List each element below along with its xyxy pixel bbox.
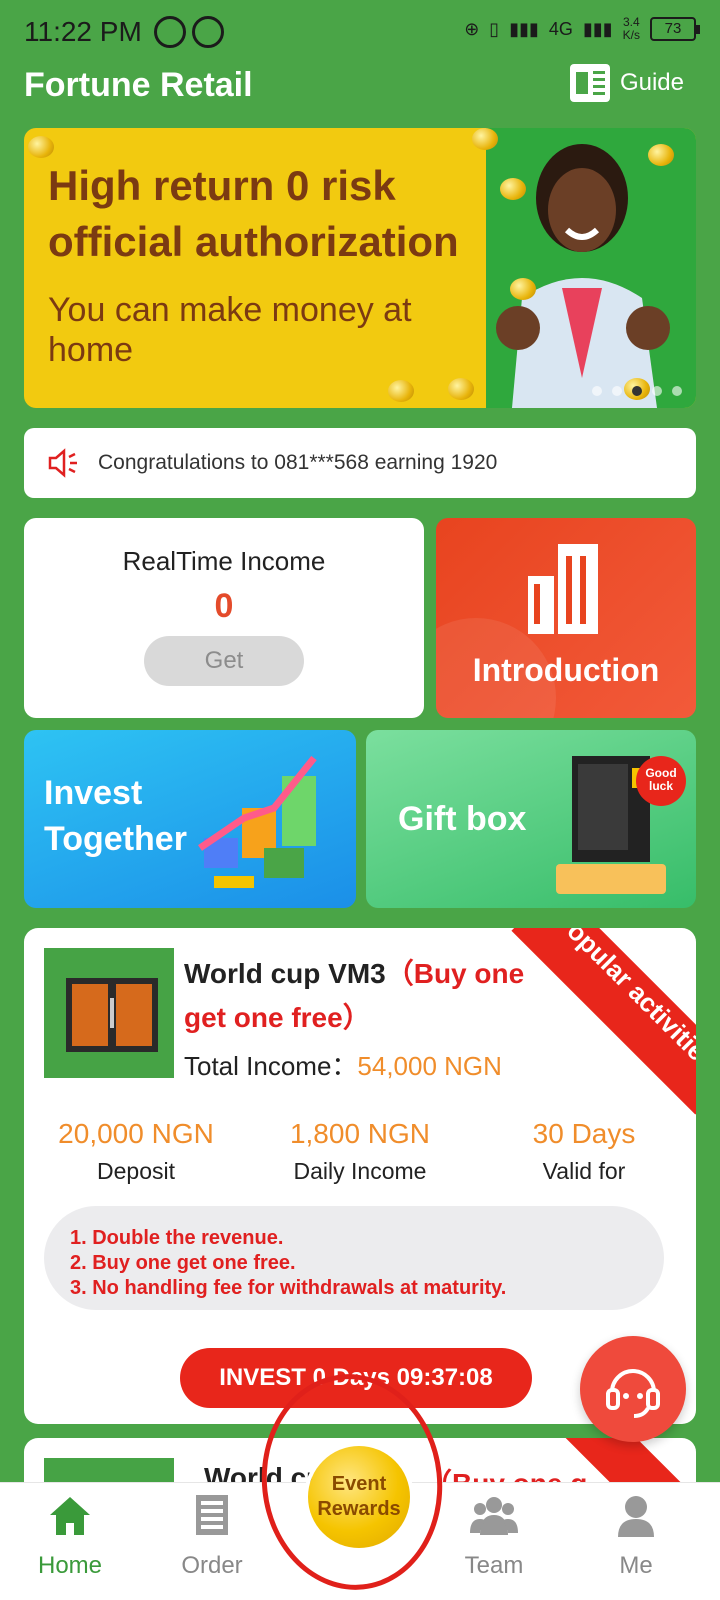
guide-label: Guide bbox=[619, 69, 684, 96]
product-thumbnail bbox=[44, 948, 174, 1078]
nav-home[interactable]: Home bbox=[10, 1491, 130, 1580]
team-icon bbox=[470, 1497, 518, 1535]
carousel-dot[interactable] bbox=[672, 386, 682, 396]
income-value: 0 bbox=[214, 587, 234, 625]
event-rewards-button[interactable]: Event Rewards bbox=[308, 1446, 410, 1548]
battery-icon: 73 bbox=[650, 17, 700, 41]
validity-stat: 30 Days Valid for bbox=[532, 1118, 636, 1184]
app-title: Fortune Retail bbox=[24, 66, 253, 104]
guide-button[interactable]: Guide bbox=[569, 64, 684, 102]
feature-item: 2. Buy one get one free. bbox=[70, 1252, 296, 1274]
banner-headline: High return 0 risk official authorizatio… bbox=[48, 162, 459, 265]
signal-icon-2: ▮▮▮ bbox=[582, 18, 613, 39]
product-stats: 20,000 NGN Deposit 1,800 NGN Daily Incom… bbox=[24, 1118, 696, 1185]
introduction-tile[interactable]: Introduction bbox=[436, 518, 696, 718]
home-icon bbox=[50, 1497, 90, 1535]
deposit-stat: 20,000 NGN Deposit bbox=[58, 1118, 214, 1184]
invest-button[interactable]: INVEST 0 Days 09:37:08 bbox=[180, 1348, 532, 1408]
product-features: 1. Double the revenue. 2. Buy one get on… bbox=[44, 1206, 664, 1310]
invest-together-label: Invest Together bbox=[44, 774, 187, 858]
total-income: Total Income：54,000 NGN bbox=[184, 1051, 502, 1081]
banner-subline: You can make money at home bbox=[48, 291, 412, 369]
gift-box-tile[interactable]: Gift box Good luck bbox=[366, 730, 696, 908]
profile-icon bbox=[618, 1496, 654, 1537]
carousel-dot[interactable] bbox=[652, 386, 662, 396]
announcement-bar: Congratulations to 081***568 earning 192… bbox=[24, 428, 696, 498]
get-income-button[interactable]: Get bbox=[144, 636, 304, 686]
carousel-dots bbox=[592, 386, 682, 396]
announcement-text: Congratulations to 081***568 earning 192… bbox=[98, 451, 498, 474]
nav-me[interactable]: Me bbox=[576, 1491, 696, 1580]
status-bar: 11:22 PM ⊕ ▯ ▮▮▮ 4G ▮▮▮ 3.4 K/s 73 bbox=[0, 0, 720, 64]
carousel-dot-active[interactable] bbox=[632, 386, 642, 396]
whatsapp-icon bbox=[192, 16, 224, 48]
customer-support-button[interactable] bbox=[580, 1336, 686, 1442]
speaker-icon bbox=[48, 448, 77, 478]
coin-icon bbox=[448, 378, 474, 400]
coin-icon bbox=[472, 128, 498, 150]
data-saver-icon: ⊕ bbox=[464, 18, 480, 39]
coin-icon bbox=[388, 380, 414, 402]
introduction-label: Introduction bbox=[472, 652, 660, 688]
feature-item: 1. Double the revenue. bbox=[70, 1227, 284, 1249]
carousel-dot[interactable] bbox=[592, 386, 602, 396]
nav-team[interactable]: Team bbox=[434, 1491, 554, 1580]
invest-together-tile[interactable]: Invest Together bbox=[24, 730, 356, 908]
coin-icon bbox=[28, 136, 54, 158]
status-indicators: ⊕ ▯ ▮▮▮ 4G ▮▮▮ 3.4 K/s 73 bbox=[464, 15, 700, 42]
good-luck-badge: Good luck bbox=[636, 756, 686, 806]
signal-icon: ▮▮▮ bbox=[509, 18, 539, 39]
coin-icon bbox=[648, 144, 674, 166]
network-type: 4G bbox=[548, 18, 573, 39]
product-card: World cup VM3（Buy one get one free） Tota… bbox=[24, 928, 696, 1424]
coin-icon bbox=[510, 278, 536, 300]
feature-item: 3. No handling fee for withdrawals at ma… bbox=[70, 1277, 507, 1299]
order-icon bbox=[196, 1495, 228, 1535]
realtime-income-card: RealTime Income 0 Get bbox=[24, 518, 424, 718]
status-time: 11:22 PM bbox=[24, 16, 142, 47]
gift-box-label: Gift box bbox=[398, 800, 527, 838]
guide-icon bbox=[569, 64, 610, 102]
headset-icon bbox=[606, 1369, 660, 1418]
building-icon bbox=[528, 544, 598, 634]
vibrate-icon: ▯ bbox=[489, 18, 500, 39]
vending-machine-icon bbox=[66, 978, 158, 1052]
coin-icon bbox=[500, 178, 526, 200]
income-title: RealTime Income bbox=[122, 546, 326, 576]
growth-chart-icon bbox=[198, 755, 317, 888]
daily-income-stat: 1,800 NGN Daily Income bbox=[289, 1118, 431, 1184]
product-name: World cup VM3（Buy one get one free） bbox=[184, 958, 525, 1033]
carousel-dot[interactable] bbox=[612, 386, 622, 396]
promo-banner[interactable]: High return 0 risk official authorizatio… bbox=[24, 128, 696, 408]
whatsapp-icon bbox=[154, 16, 186, 48]
nav-order[interactable]: Order bbox=[152, 1491, 272, 1580]
network-speed: 3.4 K/s bbox=[622, 15, 640, 42]
